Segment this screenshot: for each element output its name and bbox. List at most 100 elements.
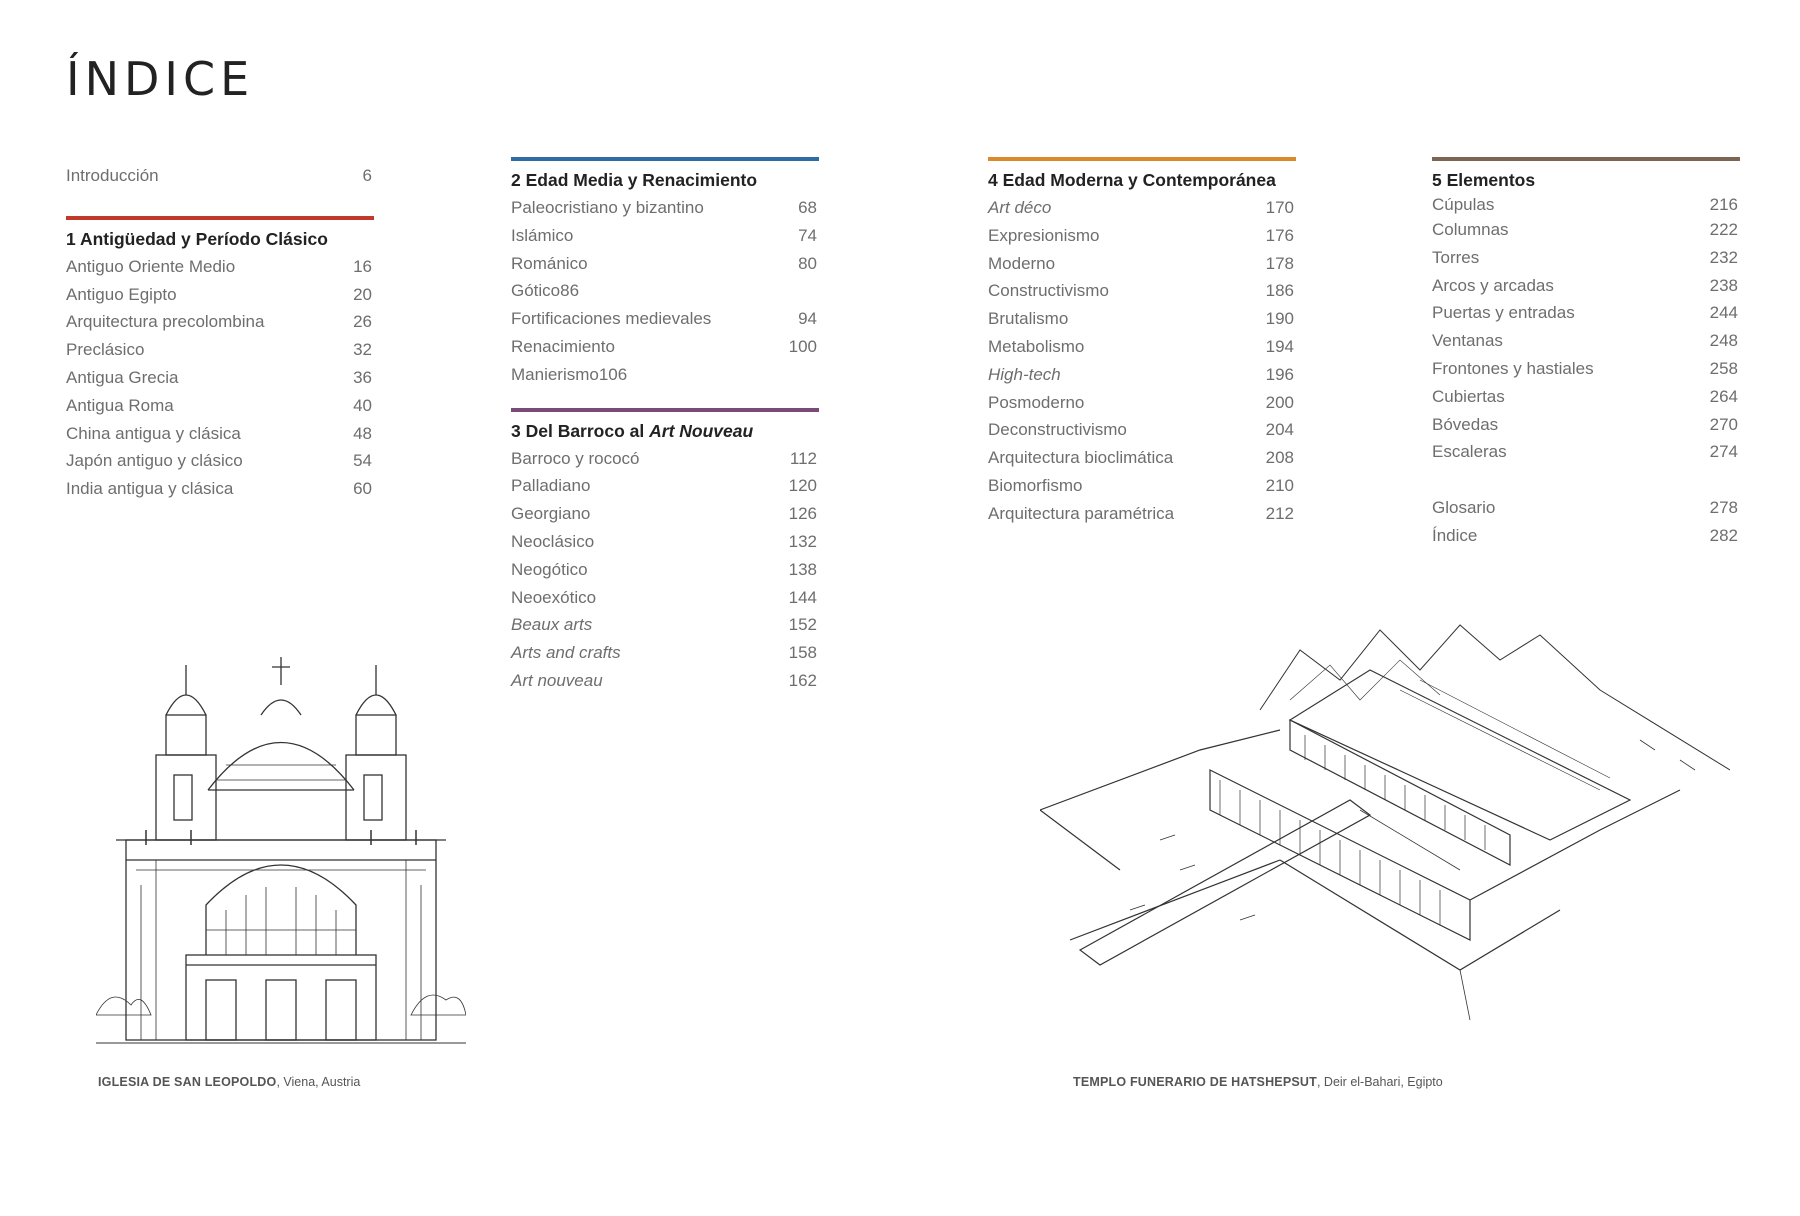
toc-entry[interactable]: Paleocristiano y bizantino 68 [511,194,819,222]
church-caption-name: IGLESIA DE SAN LEOPOLDO [98,1075,277,1089]
toc-entry[interactable]: Japón antiguo y clásico 54 [66,447,374,475]
entry-page: 48 [353,423,372,443]
toc-entry[interactable]: Renacimiento 100 [511,333,819,361]
toc-entry[interactable]: Neogótico 138 [511,556,819,584]
entry-label: Barroco y rococó [511,448,640,468]
section-5-heading: 5 Elementos [1432,170,1536,190]
toc-entry[interactable]: Art nouveau 162 [511,667,819,695]
temple-illustration [1040,610,1730,1030]
toc-column-3: 4 Edad Moderna y Contemporánea Art déco 1… [988,157,1296,528]
entry-label: Introducción [66,166,159,185]
toc-entry[interactable]: Fortificaciones medievales 94 [511,305,819,333]
toc-entry-intro[interactable]: Introducción 6 [66,162,374,190]
toc-entry[interactable]: Deconstructivismo 204 [988,416,1296,444]
entry-page: 200 [1265,392,1294,412]
toc-column-4: 5 Elementos Cúpulas 216 Columnas 222 Torres 2… [1432,157,1740,550]
entry-label: Moderno [988,253,1056,273]
entry-page: 20 [353,284,372,304]
toc-entry[interactable]: Biomorfismo 210 [988,472,1296,500]
entry-page: 278 [1709,498,1738,518]
toc-entry[interactable]: Moderno 178 [988,250,1296,278]
appendix-list: Glosario 278 Índice 282 [1432,494,1740,550]
entry-page: 54 [353,451,372,471]
entry-page: 60 [353,479,372,499]
toc-entry[interactable]: Antigua Grecia 36 [66,364,374,392]
toc-entry[interactable]: Gótico86 [511,277,819,305]
toc-entry[interactable]: Arquitectura precolombina 26 [66,308,374,336]
toc-entry[interactable]: Cúpulas 216 [1432,194,1740,216]
entry-page: 274 [1709,442,1738,462]
toc-entry[interactable]: Metabolismo 194 [988,333,1296,361]
toc-entry[interactable]: Arcos y arcadas 238 [1432,272,1740,300]
entry-page: 238 [1709,275,1738,295]
toc-entry[interactable]: India antigua y clásica 60 [66,475,374,503]
toc-entry[interactable]: Neoexótico 144 [511,584,819,612]
section-3-rule [511,407,819,412]
toc-entry[interactable]: Beaux arts 152 [511,611,819,639]
entry-label: Arts and crafts [511,643,621,663]
entry-label: Expresionismo [988,225,1100,245]
section-4-list: Art déco 170 Expresionismo 176 Moderno 178 Con… [988,194,1296,528]
section-3-heading-italic: Art Nouveau [649,420,754,441]
toc-entry[interactable]: Manierismo106 [511,361,819,389]
entry-page: 120 [788,476,817,496]
toc-entry[interactable]: High-tech 196 [988,361,1296,389]
toc-entry[interactable]: China antigua y clásica 48 [66,420,374,448]
toc-entry[interactable]: Islámico 74 [511,222,819,250]
toc-entry[interactable]: Glosario 278 [1432,494,1740,522]
section-3-heading-plain: 3 Del Barroco al [511,420,650,441]
toc-entry[interactable]: Preclásico 32 [66,336,374,364]
toc-entry[interactable]: Art déco 170 [988,194,1296,222]
entry-page: 196 [1265,364,1294,384]
toc-entry[interactable]: Barroco y rococó 112 [511,445,819,473]
entry-label: Cúpulas [1432,195,1495,214]
entry-page: 232 [1709,247,1738,267]
church-caption: IGLESIA DE SAN LEOPOLDO, Viena, Austria [98,1075,360,1089]
toc-entry[interactable]: Expresionismo 176 [988,222,1296,250]
entry-label: Escaleras [1432,442,1507,462]
toc-entry[interactable]: Cubiertas 264 [1432,383,1740,411]
entry-label: Antiguo Oriente Medio [66,256,236,276]
toc-entry[interactable]: Arquitectura paramétrica 212 [988,500,1296,528]
entry-page: 212 [1265,503,1294,523]
entry-label: Torres [1432,247,1480,267]
toc-entry[interactable]: Neoclásico 132 [511,528,819,556]
entry-label: Neogótico [511,559,588,579]
entry-page: 264 [1709,386,1738,406]
toc-entry[interactable]: Columnas 222 [1432,216,1740,244]
toc-entry[interactable]: Georgiano 126 [511,500,819,528]
toc-entry[interactable]: Constructivismo 186 [988,277,1296,305]
entry-page: 74 [798,225,817,245]
toc-entry[interactable]: Antiguo Egipto 20 [66,281,374,309]
entry-label: Fortificaciones medievales [511,309,712,329]
toc-entry[interactable]: Torres 232 [1432,244,1740,272]
toc-entry[interactable]: Antiguo Oriente Medio 16 [66,253,374,281]
section-1-list: Antiguo Oriente Medio 16 Antiguo Egipto 20 A… [66,253,374,503]
toc-entry[interactable]: Bóvedas 270 [1432,411,1740,439]
toc-entry[interactable]: Índice 282 [1432,522,1740,550]
entry-label: Ventanas [1432,331,1503,351]
entry-page: 26 [353,312,372,332]
toc-entry[interactable]: Posmoderno 200 [988,389,1296,417]
toc-entry[interactable]: Escaleras 274 [1432,438,1740,466]
entry-label: High-tech [988,364,1061,384]
entry-label: India antigua y clásica [66,479,234,499]
entry-label: Arquitectura paramétrica [988,503,1175,523]
toc-entry[interactable]: Ventanas 248 [1432,327,1740,355]
toc-entry[interactable]: Palladiano 120 [511,472,819,500]
section-2-heading: 2 Edad Media y Renacimiento [511,170,758,190]
toc-entry[interactable]: Antigua Roma 40 [66,392,374,420]
toc-entry[interactable]: Románico 80 [511,250,819,278]
toc-entry[interactable]: Frontones y hastiales 258 [1432,355,1740,383]
church-illustration [96,655,466,1047]
toc-entry[interactable]: Arts and crafts 158 [511,639,819,667]
toc-entry[interactable]: Puertas y entradas 244 [1432,299,1740,327]
entry-label: Bóvedas [1432,414,1499,434]
entry-page: 194 [1265,336,1294,356]
entry-label: Arquitectura precolombina [66,312,265,332]
toc-entry[interactable]: Brutalismo 190 [988,305,1296,333]
entry-label: Románico [511,253,588,273]
entry-page: 216 [1709,195,1738,214]
toc-entry[interactable]: Arquitectura bioclimática 208 [988,444,1296,472]
section-1-heading: 1 Antigüedad y Período Clásico [66,228,328,249]
